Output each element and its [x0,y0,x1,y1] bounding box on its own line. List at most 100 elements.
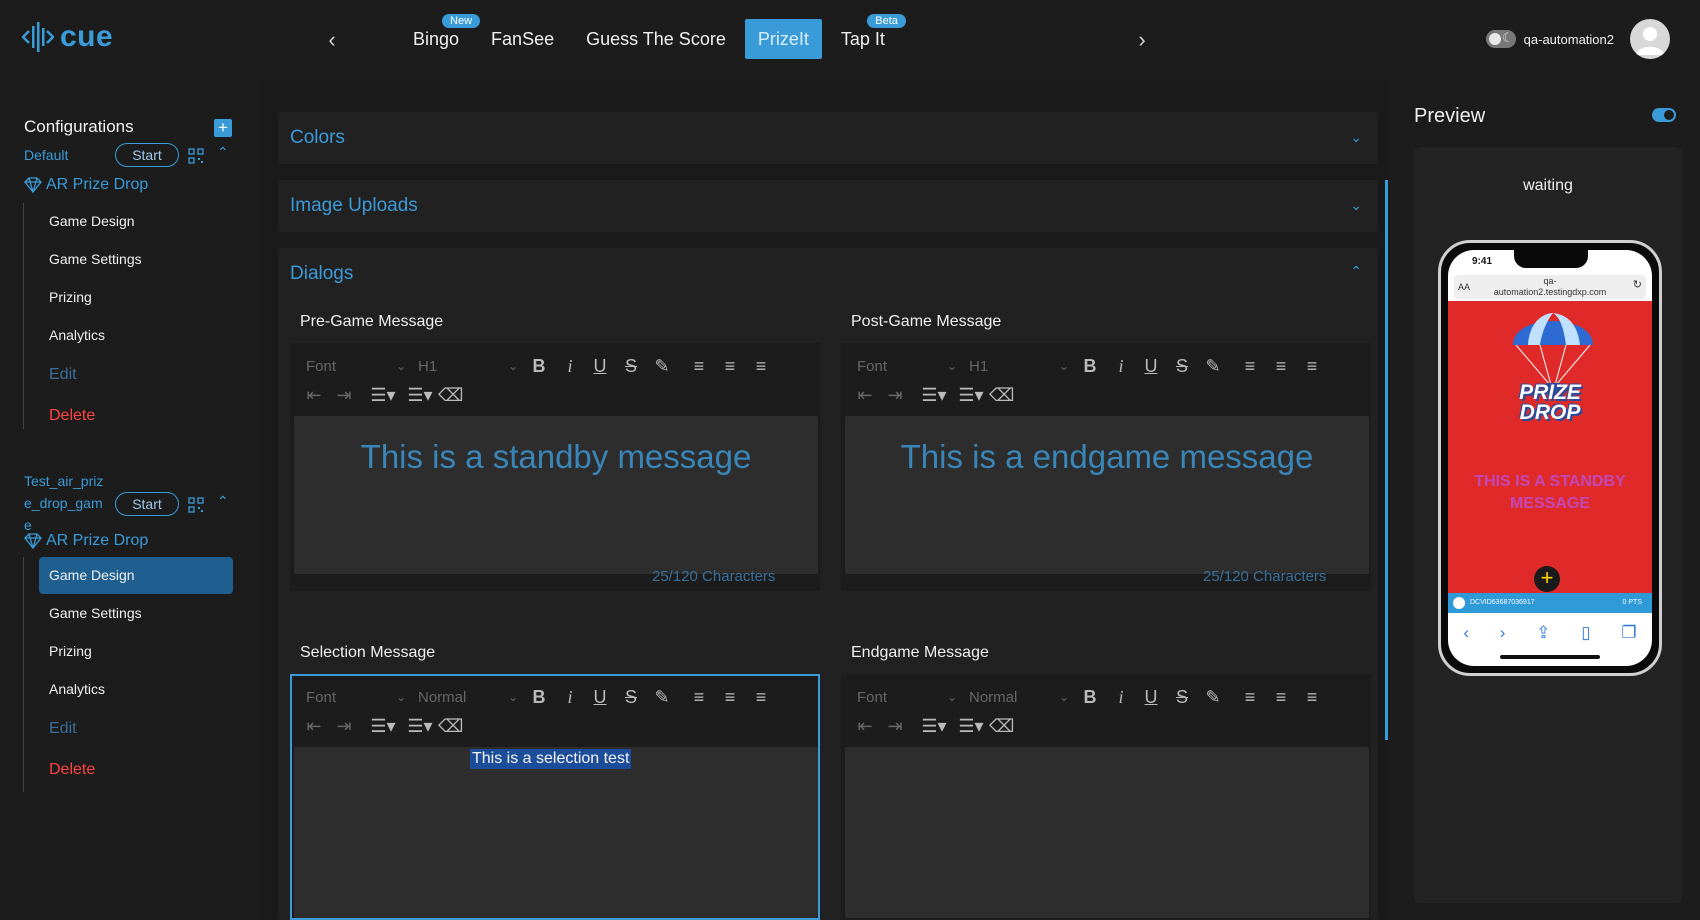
align-right-icon[interactable]: ≡ [1302,687,1322,708]
tab-fansee[interactable]: FanSee [478,19,567,59]
delete-button[interactable]: Delete [39,751,233,788]
game-row[interactable]: AR Prize Drop [24,176,148,194]
sidebar-item-game-settings[interactable]: Game Settings [39,241,233,278]
indent-icon[interactable]: ⇥ [334,716,354,737]
config-name[interactable]: Default [24,144,68,166]
underline-icon[interactable]: U [590,687,610,708]
avatar[interactable] [1630,19,1670,59]
font-select[interactable]: Font [857,689,887,706]
sidebar-item-analytics[interactable]: Analytics [39,671,233,708]
highlighter-icon[interactable]: ✎ [652,356,672,377]
highlighter-icon[interactable]: ✎ [1203,687,1223,708]
bullet-list-icon[interactable]: ☰▾ [405,716,435,737]
config-name[interactable]: Test_air_priz e_drop_gam e [24,470,103,536]
highlighter-icon[interactable]: ✎ [652,687,672,708]
align-left-icon[interactable]: ≡ [689,356,709,377]
ordered-list-icon[interactable]: ☰▾ [919,385,949,406]
align-center-icon[interactable]: ≡ [720,687,740,708]
align-center-icon[interactable]: ≡ [1271,356,1291,377]
start-button[interactable]: Start [115,492,179,516]
heading-select[interactable]: H1 [969,358,988,375]
sidebar-item-game-design[interactable]: Game Design [39,557,233,594]
bold-icon[interactable]: B [529,687,549,708]
bullet-list-icon[interactable]: ☰▾ [405,385,435,406]
nav-next-button[interactable]: › [1130,26,1154,54]
outdent-icon[interactable]: ⇤ [304,385,324,406]
collapse-chevron-up-icon[interactable]: ⌃ [217,144,231,160]
strikethrough-icon[interactable]: S [621,356,641,377]
main-scrollbar[interactable] [1385,180,1388,740]
outdent-icon[interactable]: ⇤ [304,716,324,737]
qr-code-icon[interactable] [188,497,204,513]
bold-icon[interactable]: B [1080,356,1100,377]
sidebar-item-prizing[interactable]: Prizing [39,279,233,316]
cue-logo[interactable]: cue [22,20,113,54]
sidebar-item-prizing[interactable]: Prizing [39,633,233,670]
tab-guess-the-score[interactable]: Guess The Score [573,19,739,59]
game-row[interactable]: AR Prize Drop [24,532,148,550]
tab-prizeit[interactable]: PrizeIt [744,19,822,59]
strikethrough-icon[interactable]: S [1172,356,1192,377]
underline-icon[interactable]: U [590,356,610,377]
underline-icon[interactable]: U [1141,687,1161,708]
collapse-chevron-up-icon[interactable]: ⌃ [217,493,231,509]
eraser-icon[interactable]: ⌫ [989,716,1014,737]
heading-select[interactable]: H1 [418,358,437,375]
edit-button[interactable]: Edit [39,356,233,393]
section-image-uploads[interactable]: Image Uploads ⌄ [278,180,1378,232]
align-right-icon[interactable]: ≡ [751,356,771,377]
section-title[interactable]: Dialogs [290,263,353,285]
sidebar-item-game-design[interactable]: Game Design [39,203,233,240]
eraser-icon[interactable]: ⌫ [989,385,1014,406]
chevron-down-icon[interactable]: ⌄ [1350,197,1362,214]
italic-icon[interactable]: i [560,687,580,708]
bold-icon[interactable]: B [1080,687,1100,708]
bullet-list-icon[interactable]: ☰▾ [956,716,986,737]
add-configuration-button[interactable]: + [214,119,232,137]
message-input[interactable]: This is a standby message [294,416,818,574]
align-center-icon[interactable]: ≡ [1271,687,1291,708]
message-input[interactable]: This is a endgame message [845,416,1369,574]
font-select[interactable]: Font [306,689,336,706]
edit-button[interactable]: Edit [39,710,233,747]
ordered-list-icon[interactable]: ☰▾ [919,716,949,737]
eraser-icon[interactable]: ⌫ [438,716,463,737]
tab-tap-it[interactable]: Tap It Beta [828,14,906,59]
bold-icon[interactable]: B [529,356,549,377]
indent-icon[interactable]: ⇥ [334,385,354,406]
chevron-up-icon[interactable]: ⌃ [1350,263,1362,280]
align-right-icon[interactable]: ≡ [751,687,771,708]
message-input[interactable] [845,747,1369,918]
underline-icon[interactable]: U [1141,356,1161,377]
align-center-icon[interactable]: ≡ [720,356,740,377]
align-right-icon[interactable]: ≡ [1302,356,1322,377]
size-select[interactable]: Normal [418,689,466,706]
chevron-down-icon[interactable]: ⌄ [1350,129,1362,146]
strikethrough-icon[interactable]: S [1172,687,1192,708]
message-input[interactable]: This is a selection test [294,747,818,918]
tab-bingo[interactable]: Bingo New [400,14,481,59]
start-button[interactable]: Start [115,143,179,167]
qr-code-icon[interactable] [188,148,204,164]
eraser-icon[interactable]: ⌫ [438,385,463,406]
sidebar-item-analytics[interactable]: Analytics [39,317,233,354]
italic-icon[interactable]: i [1111,356,1131,377]
delete-button[interactable]: Delete [39,397,233,434]
ordered-list-icon[interactable]: ☰▾ [368,716,398,737]
preview-toggle[interactable] [1652,108,1676,122]
bullet-list-icon[interactable]: ☰▾ [956,385,986,406]
outdent-icon[interactable]: ⇤ [855,716,875,737]
align-left-icon[interactable]: ≡ [1240,356,1260,377]
outdent-icon[interactable]: ⇤ [855,385,875,406]
indent-icon[interactable]: ⇥ [885,716,905,737]
section-colors[interactable]: Colors ⌄ [278,112,1378,164]
indent-icon[interactable]: ⇥ [885,385,905,406]
dark-mode-toggle[interactable] [1485,30,1516,48]
font-select[interactable]: Font [306,358,336,375]
sidebar-item-game-settings[interactable]: Game Settings [39,595,233,632]
italic-icon[interactable]: i [560,356,580,377]
ordered-list-icon[interactable]: ☰▾ [368,385,398,406]
strikethrough-icon[interactable]: S [621,687,641,708]
align-left-icon[interactable]: ≡ [689,687,709,708]
highlighter-icon[interactable]: ✎ [1203,356,1223,377]
